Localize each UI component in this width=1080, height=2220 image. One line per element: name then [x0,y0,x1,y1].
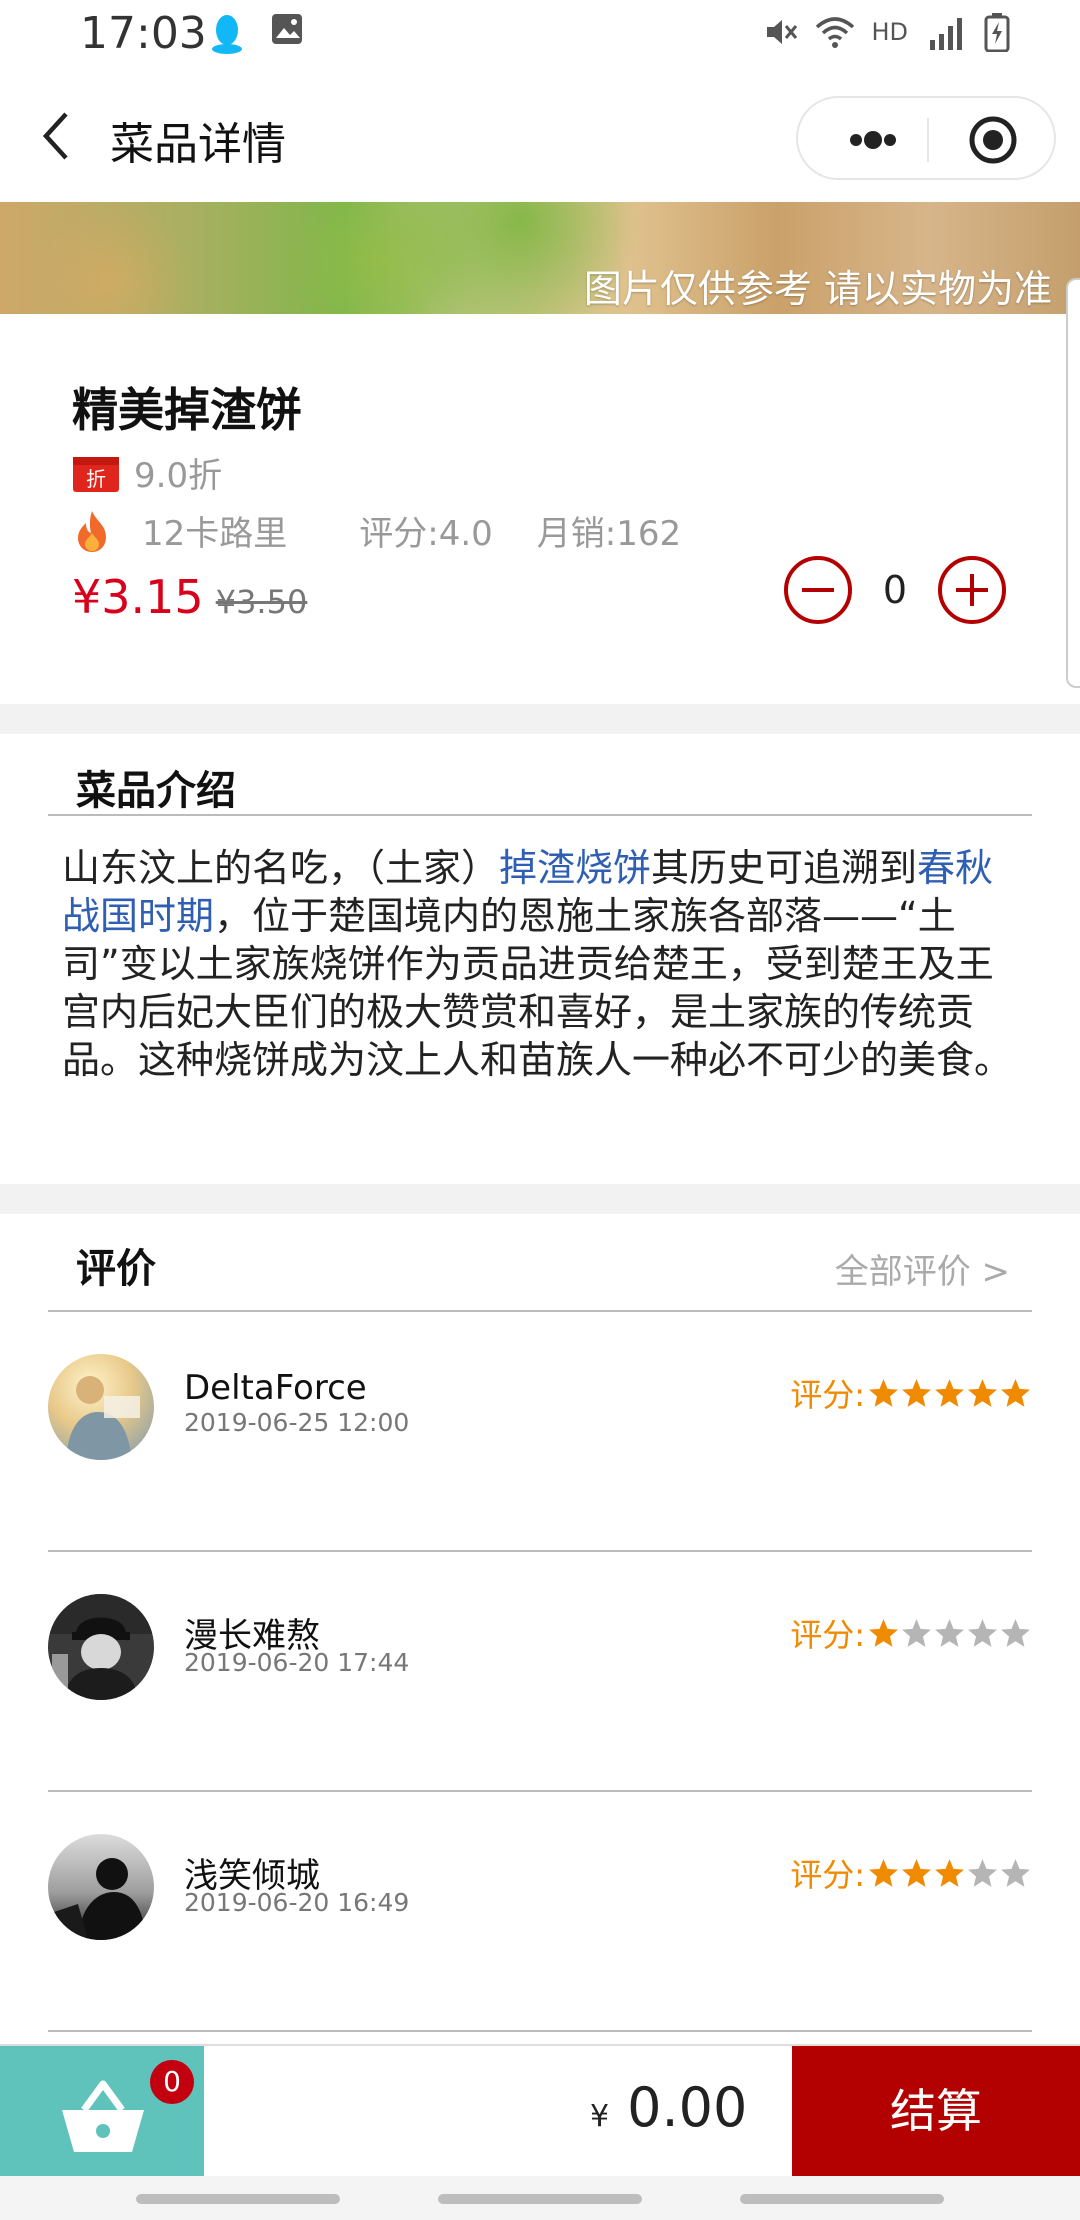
page-title: 菜品详情 [110,119,286,170]
discount-badge-text: 折 [86,467,106,491]
star-filled-icon [968,1378,997,1407]
review-date: 2019-06-20 17:44 [184,1648,410,1677]
meta-row: 12卡路里 评分:4.0 月销:162 [72,506,681,555]
intro-link-shaobing[interactable]: 掉渣烧饼 [499,846,651,890]
section-separator [0,1184,1080,1214]
qq-icon [212,15,242,54]
discount-row: 折 9.0折 [72,448,222,497]
image-disclaimer: 图片仅供参考 请以实物为准 [583,267,1052,311]
status-time: 17:03 [80,8,207,59]
mini-program-capsule [796,96,1056,180]
score-label: 评分: [790,1856,865,1894]
status-left-icons [210,12,304,56]
intro-text-part: 其历史可追溯到 [651,846,918,890]
star-filled-icon [902,1858,931,1887]
reviews-title: 评价 [76,1246,156,1292]
star-empty-icon [935,1618,964,1647]
original-price: ¥3.50 [215,583,308,621]
review-date: 2019-06-25 12:00 [184,1408,410,1437]
quantity-stepper: 0 [782,554,1008,626]
signal-icon [930,18,962,50]
rating: 评分:4.0 [359,514,493,554]
star-rating [867,1617,1032,1650]
intro-text: 山东汶上的名吃，（土家）掉渣烧饼其历史可追溯到春秋战国时期，位于楚国境内的恩施土… [62,844,1022,1084]
price: ¥3.15 [72,570,204,624]
star-rating [867,1857,1032,1890]
back-icon[interactable] [36,106,76,166]
star-filled-icon [935,1858,964,1887]
avatar [48,1834,154,1940]
scrollbar[interactable] [1066,278,1080,688]
basket-icon [62,2080,144,2152]
intro-title: 菜品介绍 [76,768,236,814]
network-label: HD [871,18,908,46]
quantity-value: 0 [882,568,908,612]
intro-text-part: 山东汶上的名吃，（土家） [62,846,500,890]
review-item: 漫长难熬 2019-06-20 17:44 评分: [48,1552,1032,1792]
plus-icon[interactable] [936,554,1008,626]
avatar [48,1594,154,1700]
gesture-pill[interactable] [740,2194,944,2204]
all-reviews-link[interactable]: 全部评价 > [835,1244,1010,1293]
star-empty-icon [968,1858,997,1887]
gesture-pill[interactable] [438,2194,642,2204]
status-bar: 17:03 HD [0,0,1080,70]
checkout-button[interactable]: 结算 [792,2046,1080,2176]
star-empty-icon [1001,1618,1030,1647]
status-right-icons: HD [763,12,1010,52]
star-filled-icon [869,1858,898,1887]
mute-icon [767,20,798,44]
cart-badge: 0 [150,2060,194,2104]
avatar [48,1354,154,1460]
image-icon [272,14,302,44]
reviewer-name: DeltaForce [184,1368,367,1408]
star-empty-icon [902,1618,931,1647]
gesture-pill[interactable] [136,2194,340,2204]
star-empty-icon [968,1618,997,1647]
cart-button[interactable]: 0 [0,2046,204,2176]
star-empty-icon [1001,1858,1030,1887]
star-filled-icon [935,1378,964,1407]
wifi-icon [816,17,855,48]
capsule-divider [927,118,929,162]
monthly-sales: 月销:162 [536,514,682,554]
minus-icon[interactable] [782,554,854,626]
review-score: 评分: [790,1850,1032,1896]
score-label: 评分: [790,1616,865,1654]
star-filled-icon [869,1378,898,1407]
section-separator [0,704,1080,734]
cart-total: ¥ 0.00 [590,2076,747,2139]
discount-badge-icon: 折 [73,456,119,492]
star-filled-icon [902,1378,931,1407]
discount-text: 9.0折 [134,456,223,496]
review-date: 2019-06-20 16:49 [184,1888,410,1917]
review-item: DeltaForce 2019-06-25 12:00 评分: [48,1312,1032,1552]
nav-bar: 菜品详情 [0,70,1080,202]
more-icon[interactable] [828,110,918,170]
product-name: 精美掉渣饼 [72,383,302,437]
intro-section: 菜品介绍 山东汶上的名吃，（土家）掉渣烧饼其历史可追溯到春秋战国时期，位于楚国境… [0,734,1080,1184]
star-filled-icon [1001,1378,1030,1407]
dish-image: 图片仅供参考 请以实物为准 [0,202,1080,314]
review-item: 浅笑倾城 2019-06-20 16:49 评分: [48,1792,1032,2032]
fire-icon [78,510,106,552]
battery-icon [984,13,1010,52]
star-rating [867,1377,1032,1410]
review-score: 评分: [790,1610,1032,1656]
intro-divider [48,814,1032,816]
total-amount: 0.00 [627,2076,748,2139]
close-target-icon[interactable] [958,110,1028,170]
calories: 12卡路里 [142,514,288,554]
price-row: ¥3.15 ¥3.50 [72,570,307,624]
review-divider [48,2030,1032,2032]
gesture-bar [0,2176,1080,2220]
star-filled-icon [869,1618,898,1647]
product-card: 精美掉渣饼 折 9.0折 12卡路里 评分:4.0 月销:162 ¥3.15 ¥… [0,314,1080,704]
currency-symbol: ¥ [590,2099,610,2134]
review-score: 评分: [790,1370,1032,1416]
score-label: 评分: [790,1376,865,1414]
reviews-section: 评价 全部评价 > DeltaForce 2019-06-25 12:00 评分… [0,1214,1080,2044]
